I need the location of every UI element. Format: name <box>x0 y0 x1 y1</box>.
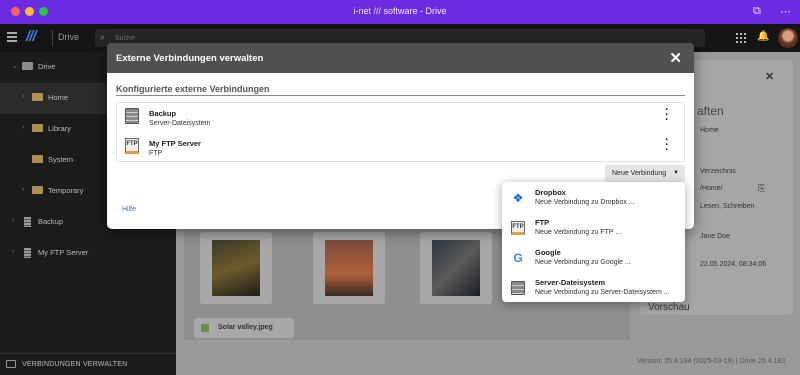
panel-close-icon[interactable]: ✕ <box>765 70 774 83</box>
folder-icon <box>32 124 43 132</box>
more-options-icon[interactable]: · · · <box>664 105 670 126</box>
menu-item-google[interactable]: G Google Neue Verbindung zu Google ... <box>502 242 685 272</box>
chevron-right-icon[interactable]: › <box>22 124 24 131</box>
new-connection-label: Neue Verbindung <box>612 170 667 177</box>
copy-icon[interactable]: ⎘ <box>758 183 765 194</box>
menu-item-desc: Neue Verbindung zu FTP ... <box>535 229 622 236</box>
panel-preview-label: Vorschau <box>648 302 690 313</box>
search-icon: ⌕ <box>100 32 106 42</box>
thumbnail-image <box>325 240 373 296</box>
section-divider <box>116 95 685 96</box>
folder-icon <box>32 155 43 163</box>
sidebar-item-label: Library <box>48 124 71 133</box>
bell-icon[interactable]: 🔔 <box>757 31 769 42</box>
menu-item-dropbox[interactable]: ❖ Dropbox Neue Verbindung zu Dropbox ... <box>502 182 685 212</box>
apps-grid-icon[interactable] <box>736 33 746 43</box>
sidebar-item-label: Drive <box>38 62 56 71</box>
server-icon <box>511 281 525 295</box>
menu-item-desc: Neue Verbindung zu Server-Dateisystem ..… <box>535 289 670 296</box>
version-text: Version: 25.4.184 (2025-03-19) | Drive 2… <box>637 358 786 365</box>
chevron-right-icon[interactable]: › <box>22 93 24 100</box>
menu-item-name: Google <box>535 248 561 257</box>
thumbnail-image <box>432 240 480 296</box>
toolbar-divider <box>52 30 53 46</box>
connections-icon <box>6 360 16 368</box>
menu-item-ftp[interactable]: FTP FTP Neue Verbindung zu FTP ... <box>502 212 685 242</box>
new-connection-button[interactable]: Neue Verbindung ▼ <box>605 165 685 182</box>
dialog-header: Externe Verbindungen verwalten ✕ <box>107 43 694 73</box>
chevron-right-icon[interactable]: › <box>12 217 14 224</box>
chevron-down-icon[interactable]: ⌄ <box>12 62 18 70</box>
connection-type: Server-Dateisystem <box>149 120 211 127</box>
menu-item-name: Dropbox <box>535 188 566 197</box>
window-title: i-net /// software - Drive <box>353 6 447 16</box>
panel-home: Home <box>700 127 719 134</box>
more-icon[interactable]: ⋯ <box>780 5 791 18</box>
inet-logo: /// <box>26 28 36 45</box>
menu-item-desc: Neue Verbindung zu Dropbox ... <box>535 199 635 206</box>
section-title: Konfigurierte externe Verbindungen <box>116 84 270 94</box>
connection-item-backup[interactable]: Backup Server-Dateisystem · · · <box>117 103 684 133</box>
sidebar-item-label: Temporary <box>48 186 84 195</box>
chevron-right-icon[interactable]: › <box>12 248 14 255</box>
sidebar-item-label: My FTP Server <box>38 248 89 257</box>
more-options-icon[interactable]: · · · <box>664 135 670 156</box>
caret-down-icon: ▼ <box>673 170 679 176</box>
google-icon: G <box>513 251 523 265</box>
dialog-title: Externe Verbindungen verwalten <box>116 53 264 64</box>
manage-connections-button[interactable]: VERBINDUNGEN VERWALTEN <box>0 353 176 375</box>
sidebar-item-label: Home <box>48 93 69 102</box>
file-thumbnail[interactable] <box>420 232 492 304</box>
panel-permissions: Lesen, Schreiben <box>700 203 755 210</box>
picture-in-picture-icon[interactable]: ⧉ <box>753 5 761 18</box>
avatar[interactable] <box>778 28 798 48</box>
image-file-icon <box>201 324 209 332</box>
drive-icon <box>22 62 33 70</box>
connection-item-my-ftp-server[interactable]: FTP My FTP Server FTP · · · <box>117 133 684 163</box>
server-icon <box>24 217 31 227</box>
server-icon <box>125 108 139 124</box>
panel-owner: Jane Doe <box>700 233 730 240</box>
server-icon <box>24 248 31 258</box>
sidebar-item-my-ftp-server[interactable]: › My FTP Server <box>0 238 176 269</box>
chevron-right-icon[interactable]: › <box>22 186 24 193</box>
panel-heading: aften <box>697 104 724 118</box>
file-thumbnail[interactable] <box>313 232 385 304</box>
connection-type: FTP <box>149 150 163 157</box>
menu-icon[interactable] <box>7 32 17 44</box>
dropbox-icon: ❖ <box>512 191 524 205</box>
help-link[interactable]: Hilfe <box>122 206 136 213</box>
panel-type: Verzeichnis <box>700 168 736 175</box>
thumbnail-image <box>212 240 260 296</box>
ftp-icon: FTP <box>125 138 139 154</box>
new-connection-menu: ❖ Dropbox Neue Verbindung zu Dropbox ...… <box>502 182 685 302</box>
file-thumbnail[interactable] <box>200 232 272 304</box>
window-titlebar: i-net /// software - Drive ⧉ ⋯ <box>0 0 800 24</box>
sidebar-item-label: System <box>48 155 74 164</box>
menu-item-server-filesystem[interactable]: Server-Dateisystem Neue Verbindung zu Se… <box>502 272 685 302</box>
close-icon[interactable]: ✕ <box>669 49 682 67</box>
menu-item-desc: Neue Verbindung zu Google ... <box>535 259 631 266</box>
menu-item-name: FTP <box>535 218 550 227</box>
folder-icon <box>32 93 43 101</box>
menu-item-name: Server-Dateisystem <box>535 278 606 287</box>
panel-date: 22.05.2024, 08:34:06 <box>700 261 767 268</box>
connection-name: Backup <box>149 109 177 118</box>
ftp-icon: FTP <box>511 221 525 235</box>
connection-list: Backup Server-Dateisystem · · · FTP My FTP… <box>116 102 685 162</box>
connection-name: My FTP Server <box>149 139 201 148</box>
folder-icon <box>32 186 43 194</box>
file-name: Solar valley.jpeg <box>218 324 273 331</box>
manage-connections-label: VERBINDUNGEN VERWALTEN <box>22 361 128 368</box>
file-tile[interactable]: Solar valley.jpeg <box>194 318 294 338</box>
panel-path: /Home/ <box>700 185 723 192</box>
app-label: Drive <box>58 32 80 42</box>
sidebar-item-label: Backup <box>38 217 64 226</box>
